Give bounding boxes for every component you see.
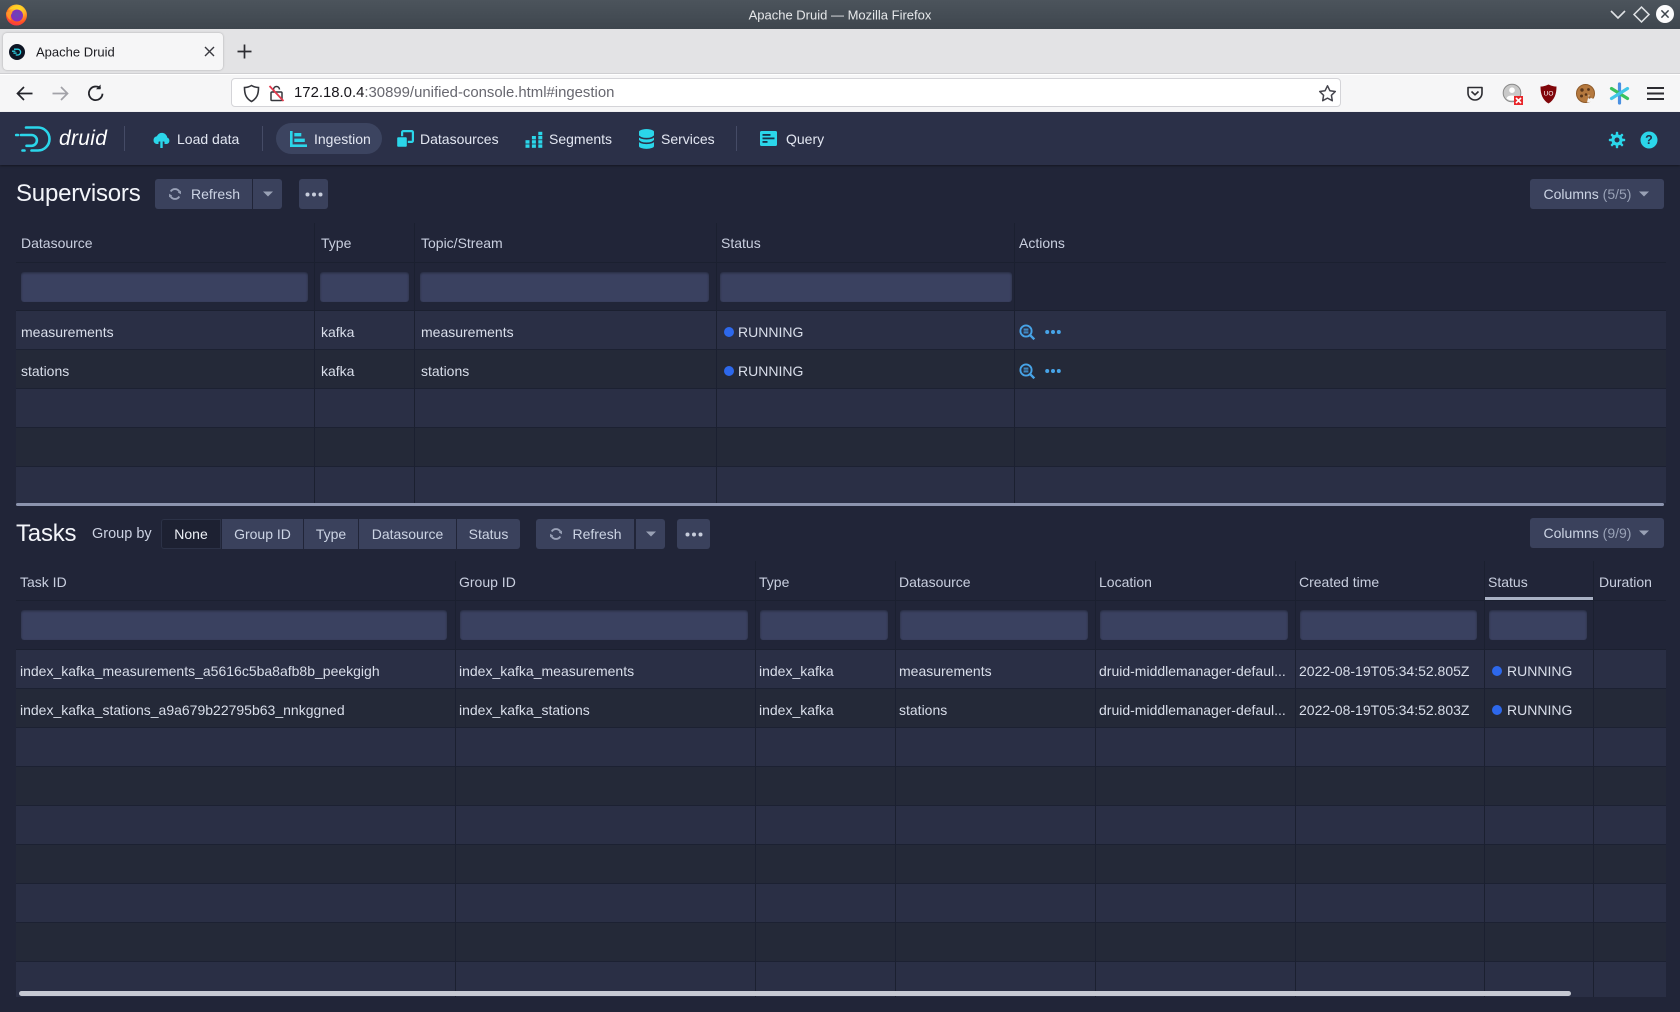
svg-text:UO: UO bbox=[1544, 91, 1554, 98]
svg-text:?: ? bbox=[1645, 133, 1653, 147]
